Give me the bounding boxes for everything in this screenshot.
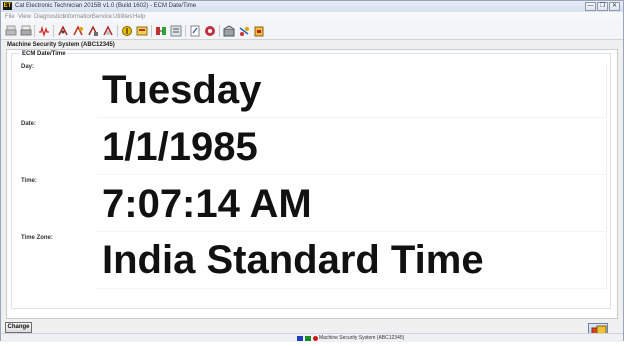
status-blue-indicator bbox=[297, 336, 303, 341]
menu-bar: File View Diagnostics Information Servic… bbox=[1, 12, 623, 22]
events-icon[interactable] bbox=[102, 25, 114, 37]
logged-codes-icon[interactable] bbox=[87, 25, 99, 37]
menu-utilities[interactable]: Utilities bbox=[113, 13, 132, 21]
printer-icon[interactable] bbox=[20, 25, 32, 37]
exit-icon[interactable] bbox=[253, 25, 265, 37]
time-label: Time: bbox=[21, 178, 37, 184]
menu-information[interactable]: Information bbox=[63, 13, 93, 21]
menu-diagnostics[interactable]: Diagnostics bbox=[34, 13, 65, 21]
menu-view[interactable]: View bbox=[18, 13, 31, 21]
menu-help[interactable]: Help bbox=[133, 13, 145, 21]
group-title: ECM Date/Time bbox=[20, 51, 68, 57]
ecm-summary-icon[interactable] bbox=[170, 25, 182, 37]
print-preview-icon[interactable] bbox=[5, 25, 17, 37]
window-title: Cat Electronic Technician 2015B v1.0 (Bu… bbox=[15, 3, 197, 9]
ecm-icon[interactable] bbox=[223, 25, 235, 37]
close-button[interactable]: ✕ bbox=[609, 2, 620, 11]
app-window: ET Cat Electronic Technician 2015B v1.0 … bbox=[0, 0, 624, 342]
status-green-indicator bbox=[305, 336, 311, 341]
date-label: Date: bbox=[21, 121, 37, 127]
title-bar: ET Cat Electronic Technician 2015B v1.0 … bbox=[1, 1, 623, 12]
config-icon[interactable] bbox=[121, 25, 133, 37]
info-icon[interactable] bbox=[204, 25, 216, 37]
time-value: 7:07:14 AM bbox=[102, 182, 312, 226]
diag-tests-icon[interactable] bbox=[57, 25, 69, 37]
connect-icon[interactable] bbox=[238, 25, 250, 37]
calibrations-icon[interactable] bbox=[136, 25, 148, 37]
change-button[interactable]: Change bbox=[5, 322, 32, 333]
timezone-label: Time Zone: bbox=[21, 235, 53, 241]
window-controls: — ❐ ✕ bbox=[584, 2, 620, 11]
section-title: Machine Security System (ABC12345) bbox=[7, 42, 115, 48]
restore-button[interactable]: ❐ bbox=[597, 2, 608, 11]
timezone-value: India Standard Time bbox=[102, 238, 484, 282]
menu-service[interactable]: Service bbox=[92, 13, 112, 21]
status-icon[interactable] bbox=[38, 25, 50, 37]
menu-file[interactable]: File bbox=[5, 13, 15, 21]
day-value: Tuesday bbox=[102, 68, 262, 112]
active-codes-icon[interactable] bbox=[72, 25, 84, 37]
minimize-button[interactable]: — bbox=[585, 2, 596, 11]
app-icon: ET bbox=[3, 2, 12, 10]
copy-config-icon[interactable] bbox=[189, 25, 201, 37]
date-value: 1/1/1985 bbox=[102, 125, 258, 169]
status-red-indicator bbox=[313, 336, 318, 341]
day-label: Day: bbox=[21, 64, 35, 70]
toolbar bbox=[1, 22, 623, 40]
flash-icon[interactable] bbox=[155, 25, 167, 37]
